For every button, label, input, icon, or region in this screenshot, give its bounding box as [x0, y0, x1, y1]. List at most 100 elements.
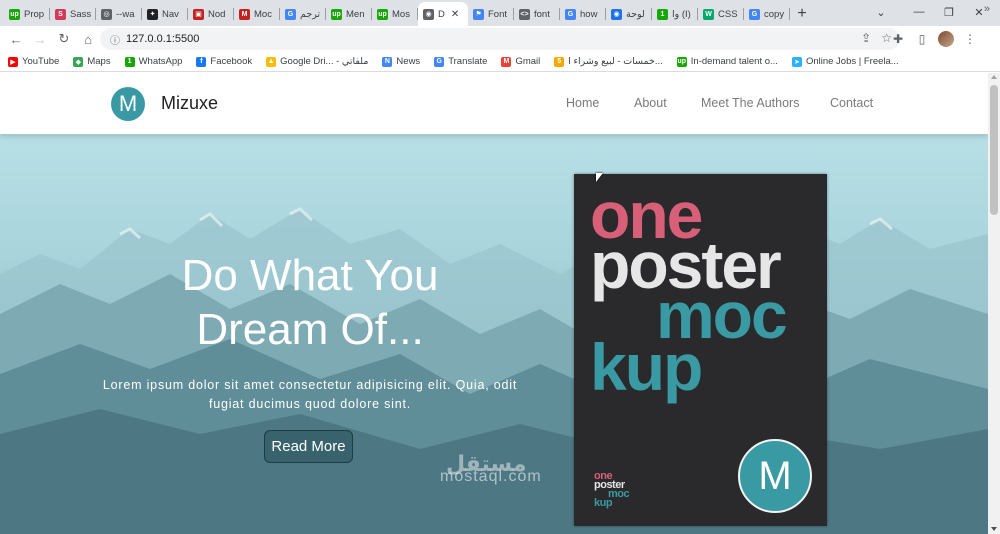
browser-tab[interactable]: up Prop: [4, 2, 50, 26]
bookmark-item[interactable]: f Facebook: [196, 56, 252, 67]
page-viewport: M Mizuxe Home About Meet The Authors Con…: [0, 73, 988, 534]
bookmark-item[interactable]: 5 خمسات - لبيع وشراء ا...: [554, 56, 663, 67]
bookmark-item[interactable]: ▶ YouTube: [8, 56, 59, 67]
bookmark-favicon-icon: M: [501, 56, 512, 67]
tab-search-icon[interactable]: ⌄: [866, 0, 896, 24]
bookmark-label: In-demand talent o...: [690, 56, 778, 67]
bookmarks-overflow-icon[interactable]: »: [984, 3, 990, 15]
new-tab-button[interactable]: +: [790, 2, 814, 26]
home-icon[interactable]: ⌂: [76, 28, 100, 50]
site-brand-name[interactable]: Mizuxe: [161, 93, 218, 114]
browser-tab[interactable]: up Mos: [372, 2, 418, 26]
tab-label: Prop: [24, 8, 45, 20]
tab-close-icon[interactable]: ✕: [451, 9, 459, 20]
browser-tab[interactable]: Ghow: [560, 2, 606, 26]
browser-tab[interactable]: Gcopy: [744, 2, 790, 26]
tab-strip: up Prop S Sass ◎ --wa ✦ Nav ▣ Nod M Moc G ترجم up Men up…: [0, 0, 1000, 26]
poster-m-badge: M: [738, 439, 812, 513]
browser-tab[interactable]: S Sass: [50, 2, 96, 26]
extensions-icon[interactable]: ✚: [890, 28, 906, 50]
forward-icon[interactable]: →: [28, 28, 52, 50]
browser-tab[interactable]: <> font: [514, 2, 560, 26]
bookmark-favicon-icon: f: [196, 56, 207, 67]
scroll-thumb[interactable]: [990, 85, 998, 215]
bookmark-label: خمسات - لبيع وشراء ا...: [568, 56, 663, 67]
browser-tab[interactable]: M Moc: [234, 2, 280, 26]
scroll-up-arrow-icon[interactable]: [991, 75, 997, 79]
bookmark-item[interactable]: up In-demand talent o...: [676, 56, 778, 67]
browser-tab[interactable]: up Men: [326, 2, 372, 26]
nav-link-authors[interactable]: Meet The Authors: [701, 96, 799, 110]
bookmark-item[interactable]: G Translate: [434, 56, 487, 67]
hero-description: Lorem ipsum dolor sit amet consectetur a…: [102, 378, 518, 411]
tab-label: ترجم: [300, 8, 321, 20]
browser-tab[interactable]: G ترجم: [280, 2, 326, 26]
hero-title: Do What You Dream Of...: [181, 251, 439, 354]
bookmark-label: Google Dri... - ملفاتي: [280, 56, 369, 67]
reload-icon[interactable]: ↻: [52, 28, 76, 50]
read-more-button[interactable]: Read More: [264, 430, 353, 463]
tab-favicon-icon: ✦: [147, 8, 158, 20]
bookmark-label: Facebook: [210, 56, 253, 67]
bookmarks-bar: ▶ YouTube ◆ Maps 1 WhatsApp f Facebook ▲ Google D…: [0, 52, 1000, 72]
bookmark-item[interactable]: ▲ Google Dri... - ملفاتي: [266, 56, 368, 67]
bookmark-favicon-icon: 1: [124, 56, 135, 67]
minimize-button[interactable]: —: [904, 0, 934, 24]
tab-label: CSS: [718, 8, 738, 20]
bookmark-favicon-icon: ▲: [266, 56, 277, 67]
menu-icon[interactable]: ⋮: [962, 28, 978, 50]
tab-favicon-icon: W: [703, 8, 714, 20]
bookmark-label: Online Jobs | Freela...: [805, 56, 899, 67]
bookmark-label: Gmail: [515, 56, 541, 67]
browser-tab[interactable]: 1 وا (I): [652, 2, 698, 26]
tab-label: --wa: [116, 8, 135, 20]
tab-label: D: [438, 8, 445, 20]
bookmark-item[interactable]: ➤ Online Jobs | Freela...: [791, 56, 899, 67]
tab-label: Sass: [70, 8, 92, 20]
bookmark-item[interactable]: N News: [382, 56, 420, 67]
tab-favicon-icon: S: [55, 8, 66, 20]
bookmark-item[interactable]: 1 WhatsApp: [124, 56, 183, 67]
share-icon[interactable]: ⇪: [861, 31, 871, 45]
bookmark-label: Maps: [87, 56, 111, 67]
bookmark-label: YouTube: [22, 56, 60, 67]
tab-label: Men: [346, 8, 365, 20]
back-icon[interactable]: ←: [4, 28, 28, 50]
bookmark-favicon-icon: G: [434, 56, 445, 67]
tab-favicon-icon: G: [285, 8, 296, 20]
browser-tab[interactable]: ✦ Nav: [142, 2, 188, 26]
bookmark-label: Translate: [448, 56, 488, 67]
tab-favicon-icon: G: [565, 8, 576, 20]
side-panel-icon[interactable]: ▯: [914, 28, 930, 50]
bookmark-item[interactable]: M Gmail: [501, 56, 540, 67]
address-bar[interactable]: ⓘ 127.0.0.1:5500 ⇪ ☆: [100, 28, 900, 50]
bookmark-label: WhatsApp: [138, 56, 183, 67]
browser-tab[interactable]: W CSS: [698, 2, 744, 26]
tab-label: Nod: [208, 8, 226, 20]
tab-favicon-icon: up: [9, 8, 20, 20]
watermark-latin: mostaql.com: [440, 468, 542, 485]
nav-link-home[interactable]: Home: [566, 96, 599, 110]
tab-label: Mos: [392, 8, 410, 20]
page-scrollbar[interactable]: [988, 73, 1000, 534]
info-icon[interactable]: ⓘ: [110, 32, 120, 47]
scroll-down-arrow-icon[interactable]: [991, 527, 997, 531]
browser-tab[interactable]: ⚑ Font: [468, 2, 514, 26]
bookmark-favicon-icon: up: [676, 56, 687, 67]
browser-tab[interactable]: ◉ D ✕: [418, 2, 468, 26]
site-logo[interactable]: M: [111, 87, 145, 121]
restore-button[interactable]: ❐: [934, 0, 964, 24]
tab-favicon-icon: up: [377, 8, 388, 20]
browser-tab[interactable]: ◎ --wa: [96, 2, 142, 26]
browser-tab[interactable]: ▣ Nod: [188, 2, 234, 26]
bookmark-favicon-icon: ▶: [8, 56, 18, 67]
bookmark-item[interactable]: ◆ Maps: [73, 56, 111, 67]
browser-tab[interactable]: ◉ لوحة: [606, 2, 652, 26]
nav-link-about[interactable]: About: [634, 96, 667, 110]
tab-label: font: [534, 8, 550, 20]
bookmark-favicon-icon: N: [382, 56, 393, 67]
tab-favicon-icon: ◎: [101, 8, 112, 20]
bookmark-favicon-icon: ◆: [73, 56, 84, 67]
profile-avatar[interactable]: [938, 28, 954, 50]
nav-link-contact[interactable]: Contact: [830, 96, 873, 110]
